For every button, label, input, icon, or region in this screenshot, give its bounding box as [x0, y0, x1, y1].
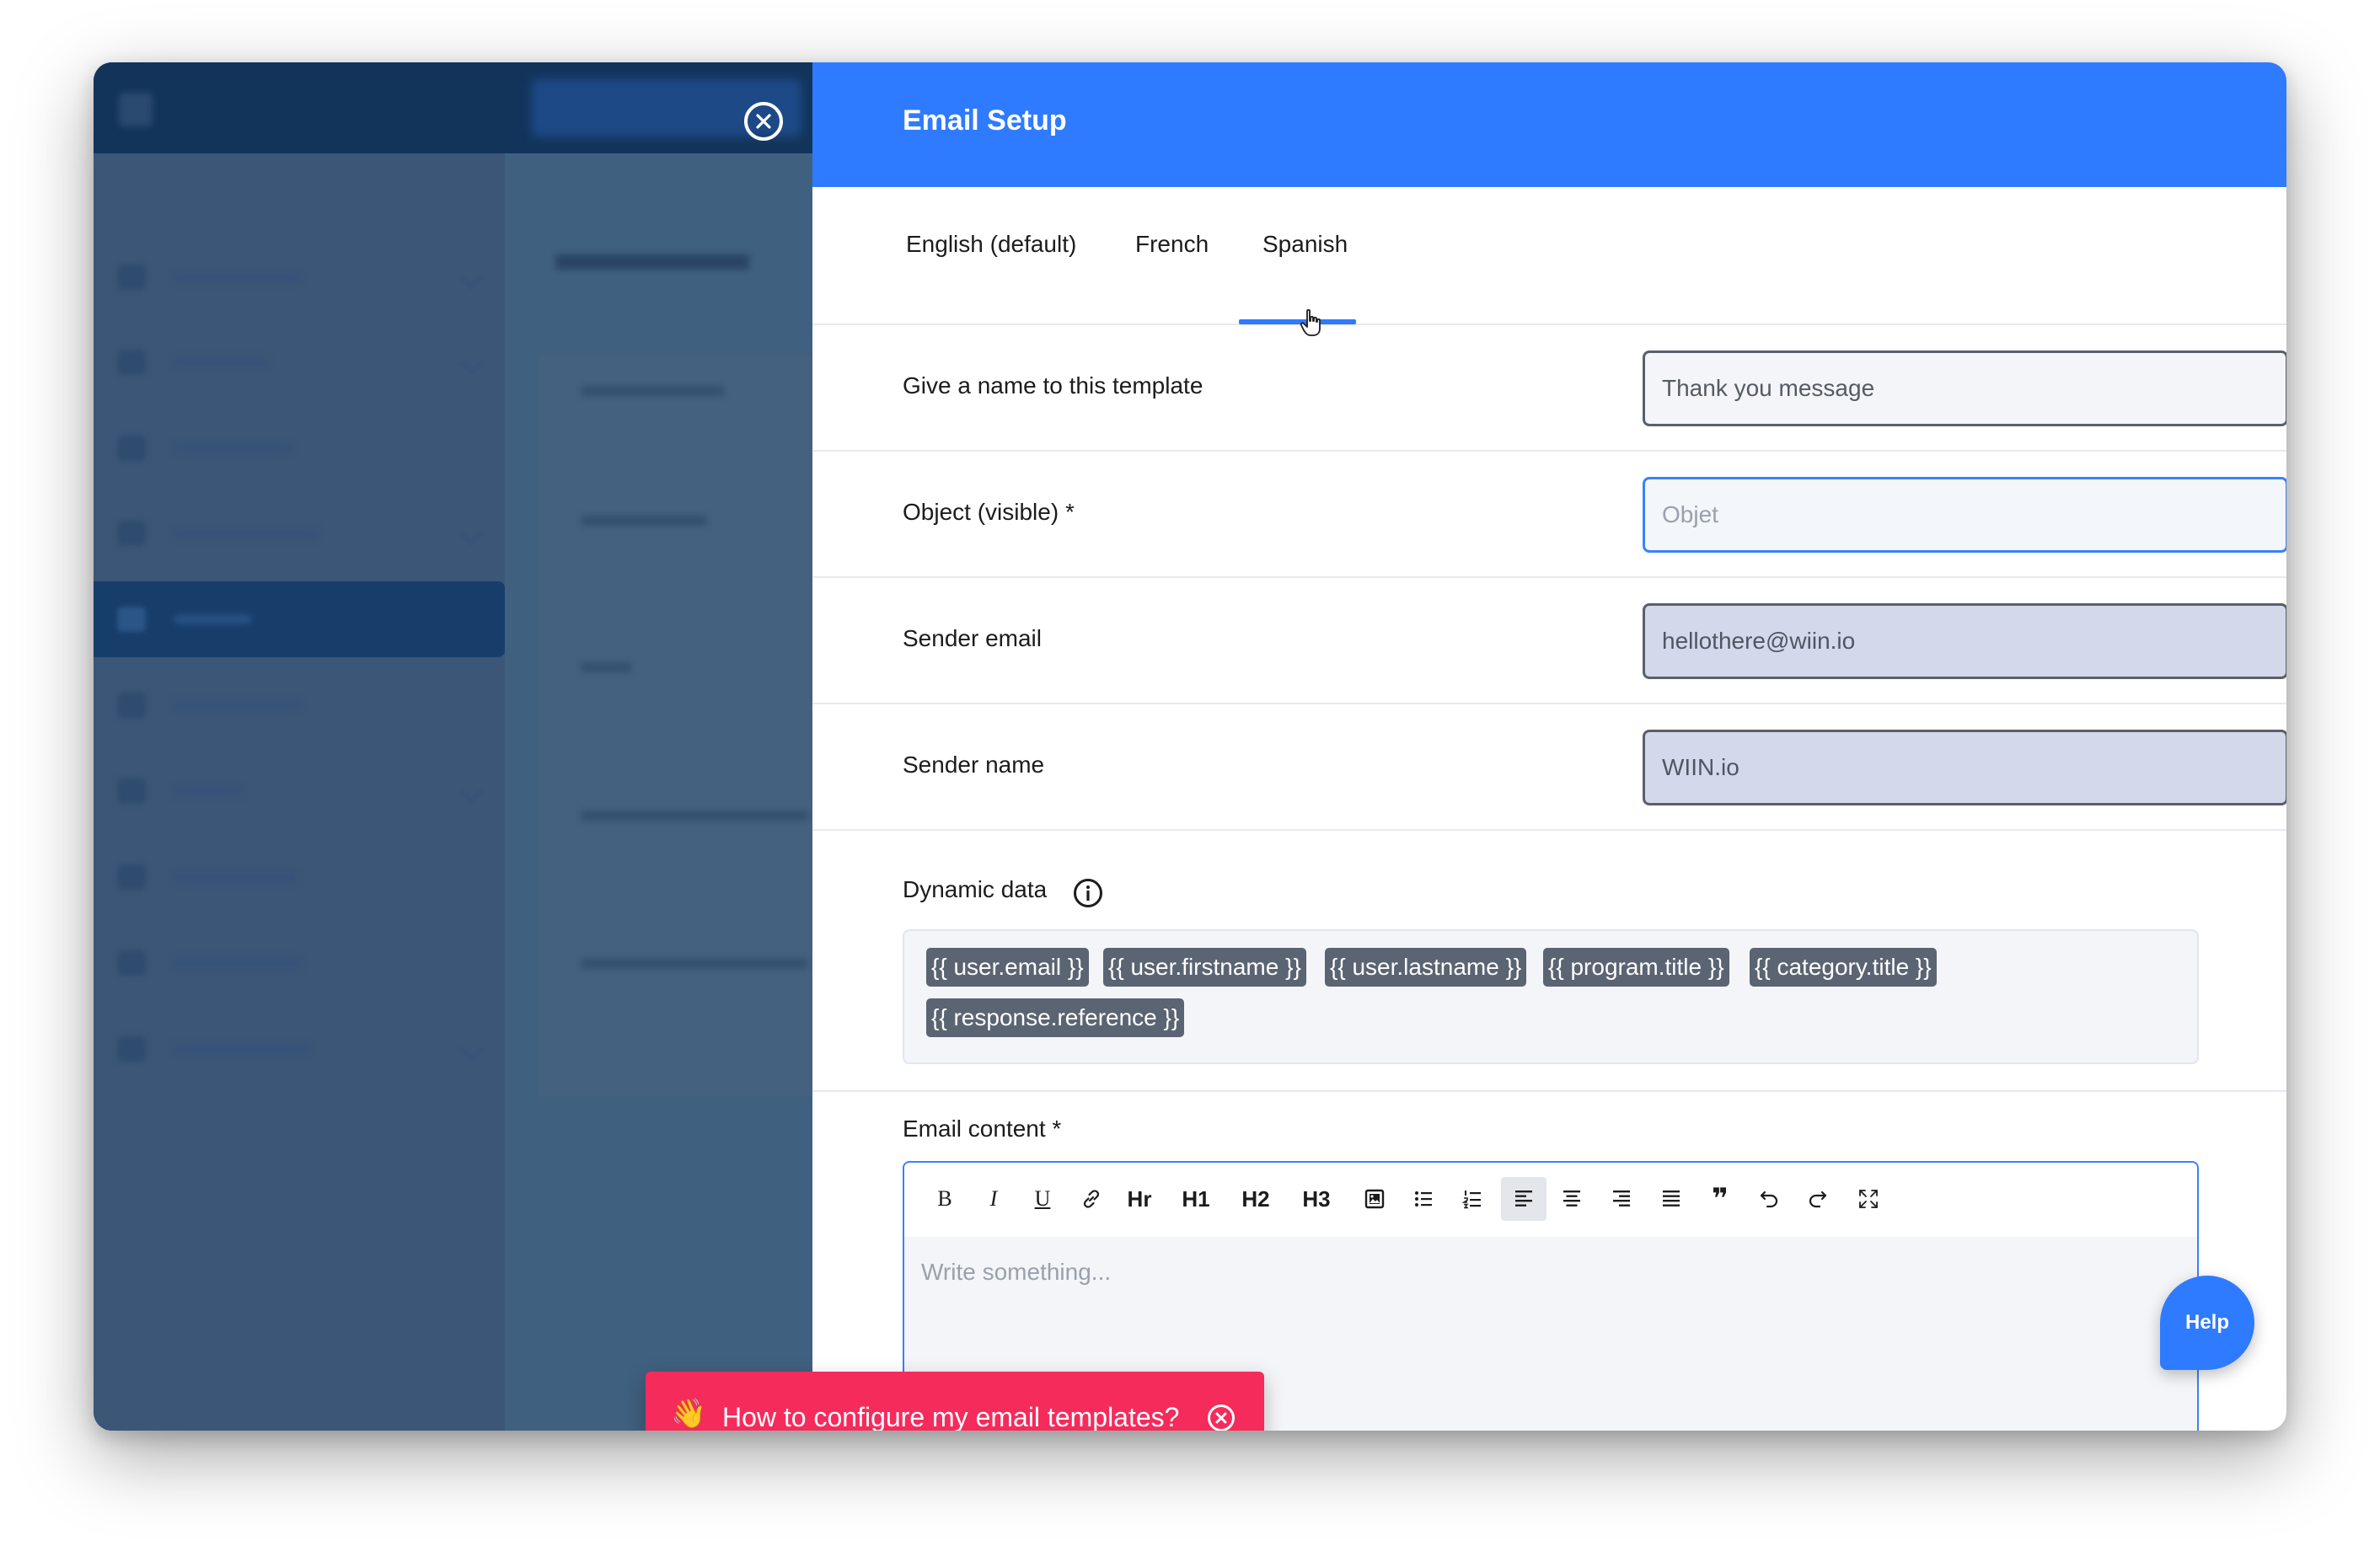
bold-button[interactable]: B [926, 1177, 963, 1221]
panel-header: Email Setup [812, 62, 2286, 187]
background-brand [119, 86, 490, 130]
bullet-list-button[interactable] [1405, 1177, 1442, 1221]
quote-button[interactable]: ❞ [1702, 1177, 1739, 1221]
undo-icon [1760, 1190, 1778, 1208]
background-nav-item [94, 753, 505, 829]
sender-email-field [1643, 603, 2286, 679]
align-left-icon [1515, 1190, 1532, 1207]
h2-button[interactable]: H2 [1237, 1177, 1274, 1221]
close-circle-icon[interactable] [1207, 1404, 1236, 1431]
background-row [581, 662, 631, 672]
align-right-icon [1613, 1190, 1630, 1207]
dynamic-data-tags: {{ user.email }} {{ user.firstname }} {{… [903, 929, 2199, 1064]
background-nav-item [94, 1011, 505, 1087]
redo-button[interactable] [1799, 1177, 1836, 1221]
tag-user-lastname[interactable]: {{ user.lastname }} [1325, 948, 1527, 987]
h1-button[interactable]: H1 [1177, 1177, 1214, 1221]
background-nav-item [94, 667, 505, 743]
underline-button[interactable]: U [1024, 1177, 1061, 1221]
link-button[interactable] [1073, 1177, 1110, 1221]
numbered-list-icon [1461, 1190, 1481, 1209]
language-tabs: English (default) French Spanish [812, 187, 2286, 336]
image-button[interactable] [1356, 1177, 1393, 1221]
link-icon [1083, 1190, 1100, 1208]
object-label: Object (visible) * [903, 499, 1075, 525]
object-row: Object (visible) * [812, 452, 2286, 578]
background-nav-item [94, 839, 505, 915]
fullscreen-icon [1859, 1190, 1878, 1208]
tab-spanish[interactable]: Spanish [1262, 231, 1348, 258]
editor-toolbar: B I U Hr H1 H2 H3 ❞ [903, 1161, 2199, 1239]
align-center-icon [1563, 1190, 1580, 1207]
sender-email-row: Sender email [812, 578, 2286, 704]
help-tip-text: How to configure my email templates? [722, 1402, 1180, 1431]
sender-email-label: Sender email [903, 625, 1042, 651]
tag-category-title[interactable]: {{ category.title }} [1750, 948, 1937, 987]
background-row [581, 516, 707, 526]
background-nav-item [94, 925, 505, 1001]
tag-program-title[interactable]: {{ program.title }} [1543, 948, 1729, 987]
sender-name-row: Sender name [812, 704, 2286, 831]
help-tip-banner[interactable]: 👋 How to configure my email templates? [646, 1372, 1264, 1431]
background-row [581, 386, 724, 396]
waving-hand-icon: 👋 [671, 1398, 707, 1430]
align-left-button[interactable] [1501, 1177, 1546, 1221]
background-row [581, 811, 808, 821]
align-center-button[interactable] [1553, 1177, 1590, 1221]
dynamic-data-label: Dynamic data [903, 876, 1048, 902]
hr-button[interactable]: Hr [1121, 1177, 1158, 1221]
close-icon [756, 114, 771, 129]
fullscreen-button[interactable] [1850, 1177, 1887, 1221]
background-topbar [94, 62, 812, 153]
background-nav-item [94, 239, 505, 315]
background-content [505, 153, 812, 1431]
tag-user-firstname[interactable]: {{ user.firstname }} [1103, 948, 1306, 987]
background-page-title [555, 254, 749, 270]
undo-button[interactable] [1750, 1177, 1788, 1221]
active-tab-indicator [1239, 319, 1356, 324]
redo-icon [1809, 1190, 1827, 1208]
editor-placeholder: Write something... [921, 1259, 1112, 1285]
sender-name-label: Sender name [903, 752, 1045, 778]
background-card [539, 356, 812, 1097]
email-setup-panel: Email Setup English (default) French Spa… [812, 62, 2286, 1431]
background-nav-item [94, 495, 505, 571]
tab-english[interactable]: English (default) [906, 231, 1076, 258]
tab-french[interactable]: French [1135, 231, 1209, 258]
close-panel-button[interactable] [744, 102, 783, 141]
h3-button[interactable]: H3 [1298, 1177, 1335, 1221]
template-name-label: Give a name to this template [903, 372, 1203, 399]
italic-button[interactable]: I [975, 1177, 1012, 1221]
app-window: Email Setup English (default) French Spa… [94, 62, 2286, 1431]
tag-user-email[interactable]: {{ user.email }} [926, 948, 1089, 987]
numbered-list-button[interactable] [1454, 1177, 1491, 1221]
background-row [581, 959, 808, 969]
object-input[interactable] [1643, 477, 2286, 553]
dynamic-data-section: Dynamic data {{ user.email }} {{ user.fi… [812, 831, 2286, 1092]
justify-button[interactable] [1653, 1177, 1690, 1221]
background-app [94, 62, 812, 1431]
align-right-button[interactable] [1603, 1177, 1640, 1221]
bullet-list-icon [1415, 1191, 1432, 1207]
template-name-input[interactable] [1643, 350, 2286, 426]
template-name-row: Give a name to this template [812, 325, 2286, 452]
help-button[interactable]: Help [2160, 1276, 2254, 1370]
background-logo-icon [119, 93, 153, 127]
background-nav-item [94, 324, 505, 400]
image-icon [1364, 1189, 1385, 1209]
sender-name-field [1643, 730, 2286, 805]
info-icon[interactable] [1073, 878, 1103, 908]
page-title: Email Setup [903, 104, 1067, 136]
tag-response-reference[interactable]: {{ response.reference }} [926, 998, 1185, 1037]
background-nav-item-active [94, 581, 505, 657]
justify-icon [1663, 1190, 1680, 1207]
background-nav-item [94, 410, 505, 486]
background-sidebar [94, 153, 505, 1431]
